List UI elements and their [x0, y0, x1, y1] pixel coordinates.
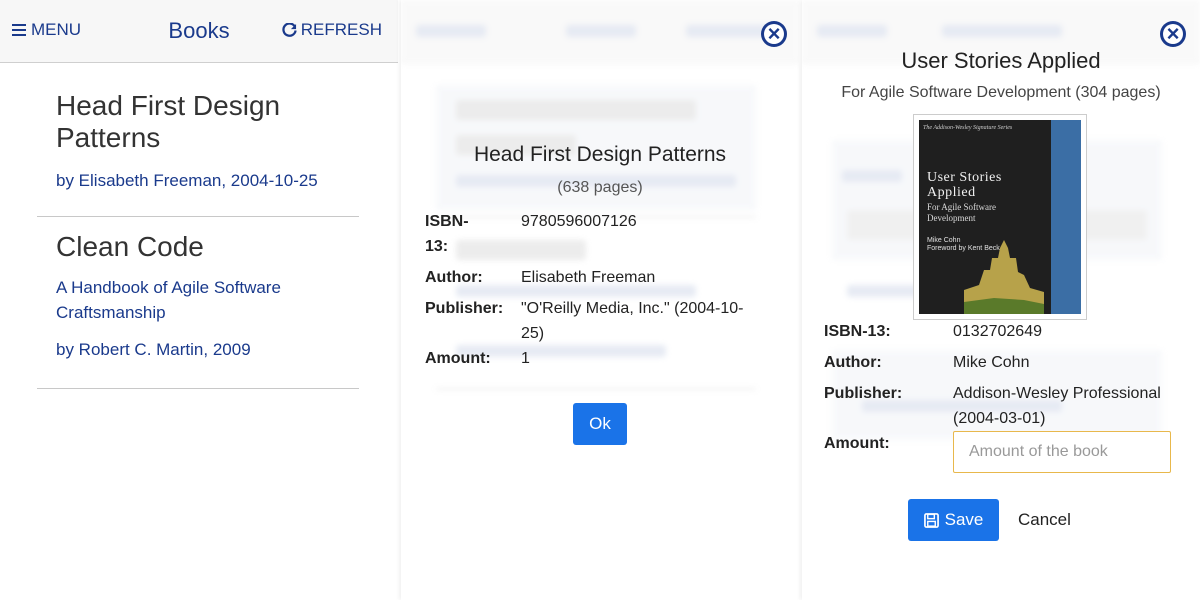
- book-title: Clean Code: [56, 231, 204, 262]
- amount-input[interactable]: [953, 431, 1171, 473]
- dialog-title: Head First Design Patterns: [473, 143, 727, 166]
- save-button[interactable]: Save: [908, 499, 999, 541]
- book-byline: by Robert C. Martin, 2009: [56, 340, 251, 359]
- publisher-value: Addison-Wesley Professional (2004-03-01): [953, 385, 1161, 427]
- author-label: Author:: [824, 354, 882, 371]
- refresh-button[interactable]: REFRESH: [282, 20, 382, 40]
- dialog-pages: (638 pages): [557, 179, 643, 196]
- amount-label: Amount:: [824, 435, 890, 452]
- floppy-disk-icon: [923, 512, 939, 528]
- isbn-value: 9780596007126: [521, 213, 637, 230]
- publisher-label: Publisher:: [824, 385, 903, 402]
- publisher-value: "O'Reilly Media, Inc." (2004-10-25): [521, 300, 744, 342]
- book-subtitle: A Handbook of Agile Software Craftsmansh…: [56, 278, 281, 322]
- dialog-subtitle: For Agile Software Development (304 page…: [841, 84, 1161, 101]
- cancel-button[interactable]: Cancel: [1018, 510, 1071, 530]
- isbn-value: 0132702649: [953, 323, 1042, 340]
- list-item[interactable]: Clean Code A Handbook of Agile Software …: [37, 231, 359, 389]
- book-cover-image: The Addison-Wesley Signature Series User…: [913, 114, 1087, 320]
- amount-label: Amount:: [425, 350, 491, 367]
- list-item[interactable]: Head First Design Patterns by Elisabeth …: [37, 90, 359, 217]
- book-title: Head First Design Patterns: [56, 90, 281, 153]
- isbn-label: ISBN-13:: [425, 213, 469, 255]
- books-list-screen: MENU Books REFRESH Head First Design Pat…: [0, 0, 398, 600]
- refresh-icon: [282, 22, 297, 37]
- close-icon[interactable]: [761, 21, 787, 48]
- author-value: Elisabeth Freeman: [521, 269, 656, 286]
- ok-button[interactable]: Ok: [573, 403, 627, 445]
- refresh-label: REFRESH: [300, 20, 382, 39]
- add-book-dialog: User Stories Applied For Agile Software …: [802, 0, 1200, 600]
- isbn-label: ISBN-13:: [824, 323, 891, 340]
- author-value: Mike Cohn: [953, 354, 1030, 371]
- book-detail-dialog: Head First Design Patterns (638 pages) I…: [401, 0, 799, 600]
- save-label: Save: [944, 510, 984, 529]
- publisher-label: Publisher:: [425, 300, 504, 317]
- amount-value: 1: [521, 350, 530, 367]
- dialog-title: User Stories Applied: [901, 48, 1101, 73]
- book-byline: by Elisabeth Freeman, 2004-10-25: [56, 171, 318, 190]
- top-navbar: MENU Books REFRESH: [0, 0, 398, 63]
- author-label: Author:: [425, 269, 483, 286]
- close-icon[interactable]: [1160, 21, 1186, 48]
